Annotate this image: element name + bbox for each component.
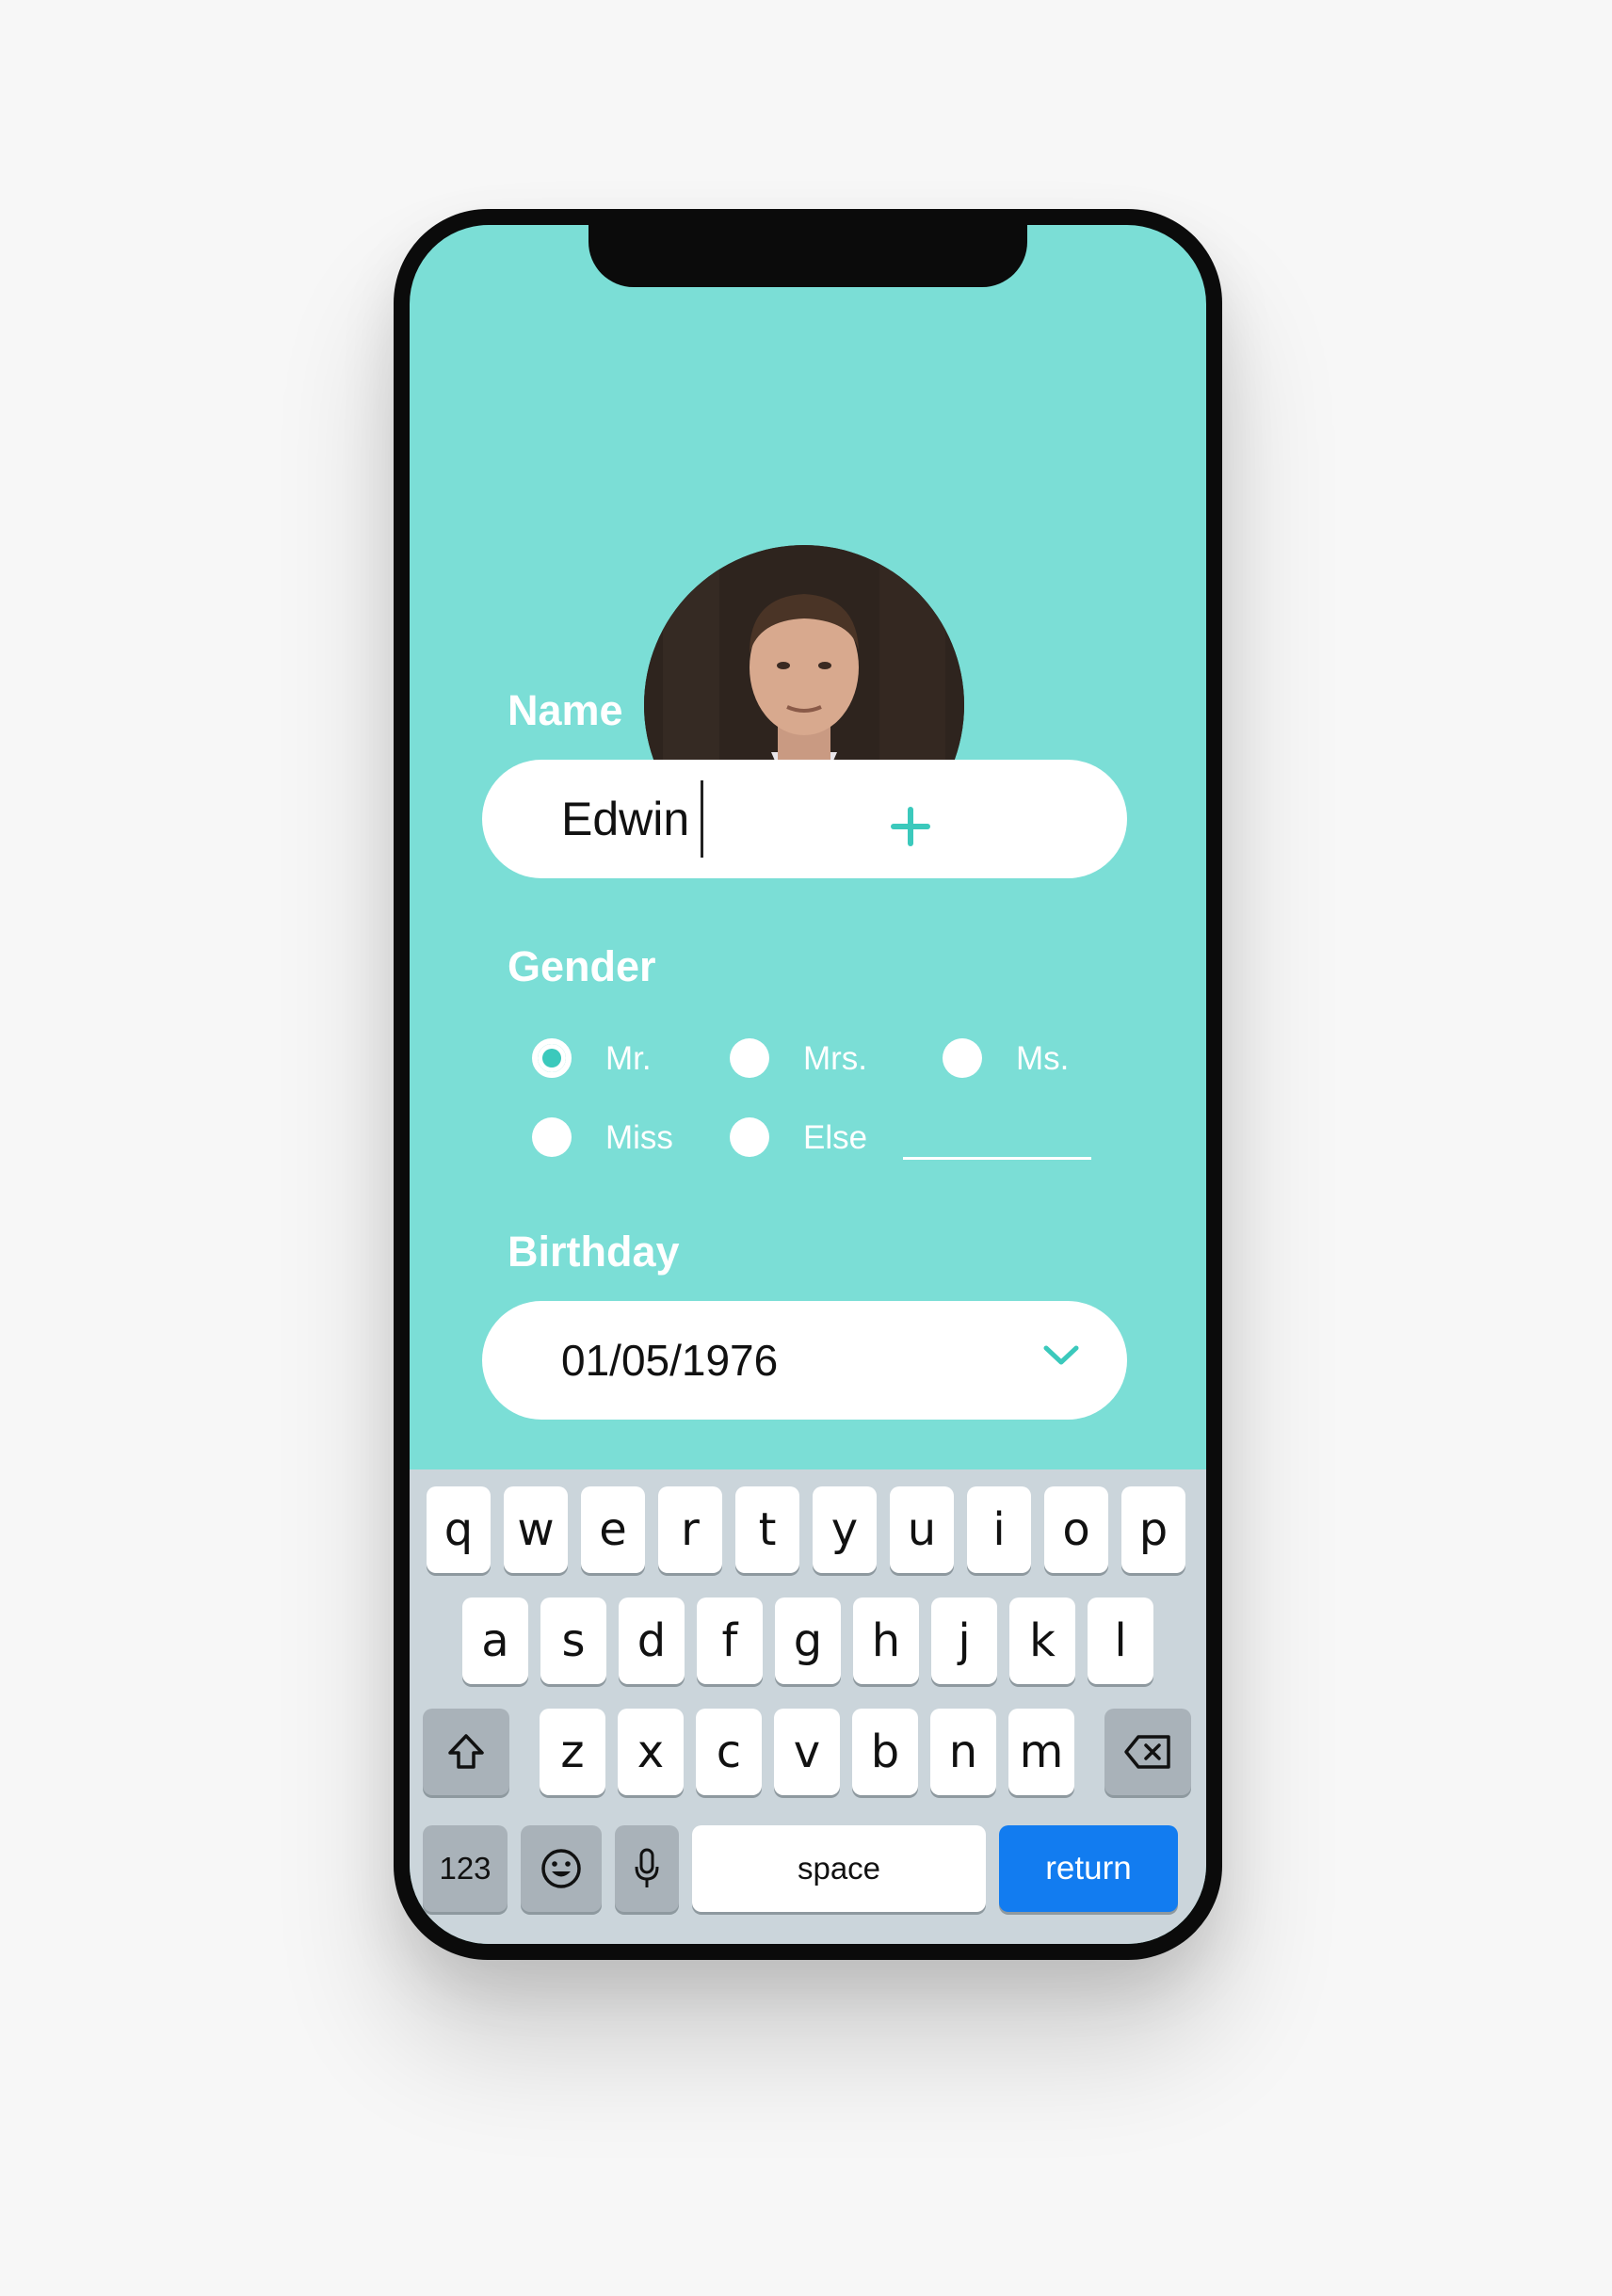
backspace-key[interactable]: [1104, 1709, 1191, 1795]
shift-key[interactable]: [423, 1709, 509, 1795]
key-s[interactable]: s: [540, 1598, 606, 1684]
gender-options-row-2: Miss Else: [410, 1114, 1206, 1161]
radio-miss[interactable]: [532, 1117, 572, 1157]
key-t[interactable]: t: [735, 1486, 799, 1573]
key-a[interactable]: a: [462, 1598, 528, 1684]
text-caret: [701, 780, 704, 858]
app-screen: Name Edwin Gender Mr. Mrs. Ms. Miss Else…: [410, 225, 1206, 1944]
phone-notch: [588, 225, 1027, 287]
name-input[interactable]: Edwin: [482, 760, 1127, 878]
key-r[interactable]: r: [658, 1486, 722, 1573]
key-z[interactable]: z: [540, 1709, 605, 1795]
key-v[interactable]: v: [774, 1709, 840, 1795]
radio-label-mr: Mr.: [605, 1040, 652, 1077]
emoji-key[interactable]: [521, 1825, 602, 1912]
microphone-key[interactable]: [615, 1825, 679, 1912]
phone-frame: Name Edwin Gender Mr. Mrs. Ms. Miss Else…: [394, 209, 1222, 1960]
name-input-value: Edwin: [561, 793, 690, 845]
gender-options-row-1: Mr. Mrs. Ms.: [410, 1035, 1206, 1082]
gender-label: Gender: [508, 942, 656, 990]
key-c[interactable]: c: [696, 1709, 762, 1795]
add-photo-button[interactable]: [872, 788, 949, 865]
return-key[interactable]: return: [999, 1825, 1178, 1912]
plus-icon: [891, 807, 930, 846]
shift-icon: [448, 1734, 484, 1769]
radio-label-mrs: Mrs.: [803, 1040, 868, 1077]
key-o[interactable]: o: [1044, 1486, 1108, 1573]
key-i[interactable]: i: [967, 1486, 1031, 1573]
onscreen-keyboard: q w e r t y u i o p a s d f g h j k l z …: [410, 1469, 1206, 1944]
radio-ms[interactable]: [943, 1038, 982, 1078]
birthday-label: Birthday: [508, 1228, 680, 1276]
key-x[interactable]: x: [618, 1709, 684, 1795]
radio-mrs[interactable]: [730, 1038, 769, 1078]
name-label: Name: [508, 686, 623, 734]
key-y[interactable]: y: [813, 1486, 877, 1573]
key-n[interactable]: n: [930, 1709, 996, 1795]
else-text-input[interactable]: [903, 1157, 1091, 1160]
key-m[interactable]: m: [1008, 1709, 1074, 1795]
radio-else[interactable]: [730, 1117, 769, 1157]
birthday-value: 01/05/1976: [561, 1336, 779, 1385]
key-f[interactable]: f: [697, 1598, 763, 1684]
birthday-select[interactable]: 01/05/1976: [482, 1301, 1127, 1420]
radio-label-else: Else: [803, 1119, 868, 1156]
key-p[interactable]: p: [1121, 1486, 1185, 1573]
key-b[interactable]: b: [852, 1709, 918, 1795]
key-j[interactable]: j: [931, 1598, 997, 1684]
key-h[interactable]: h: [853, 1598, 919, 1684]
key-u[interactable]: u: [890, 1486, 954, 1573]
key-q[interactable]: q: [427, 1486, 491, 1573]
key-e[interactable]: e: [581, 1486, 645, 1573]
microphone-icon: [635, 1848, 659, 1887]
numbers-key[interactable]: 123: [423, 1825, 508, 1912]
emoji-icon: [541, 1849, 581, 1888]
key-d[interactable]: d: [619, 1598, 685, 1684]
key-g[interactable]: g: [775, 1598, 841, 1684]
radio-label-miss: Miss: [605, 1119, 673, 1156]
key-k[interactable]: k: [1009, 1598, 1075, 1684]
key-l[interactable]: l: [1088, 1598, 1153, 1684]
space-key[interactable]: space: [692, 1825, 986, 1912]
backspace-icon: [1124, 1735, 1170, 1769]
radio-label-ms: Ms.: [1016, 1040, 1070, 1077]
key-w[interactable]: w: [504, 1486, 568, 1573]
radio-mr[interactable]: [532, 1038, 572, 1078]
chevron-down-icon: [1043, 1345, 1079, 1365]
